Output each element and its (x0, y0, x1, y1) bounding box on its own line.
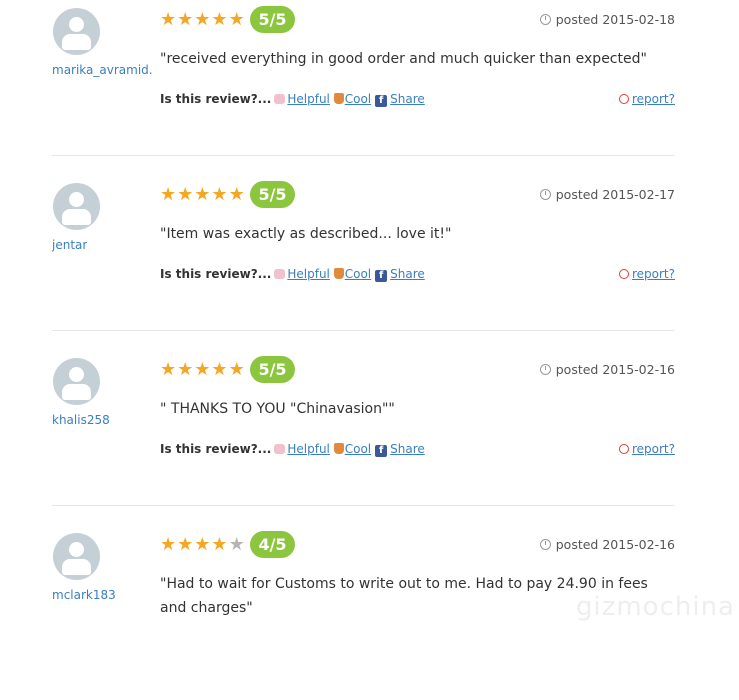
reviewer-username-link[interactable]: marika_avramid.. (52, 63, 152, 77)
thumbs-up-icon (274, 269, 286, 279)
reviewer-username-link[interactable]: jentar (52, 238, 87, 252)
star-filled-icon: ★ (211, 359, 229, 380)
star-filled-icon: ★ (177, 9, 195, 30)
star-filled-icon: ★ (177, 359, 195, 380)
clock-icon (539, 189, 551, 200)
review-actions: Is this review?... Helpful Cool f Share (160, 267, 425, 282)
posted-date-text: posted 2015-02-18 (555, 12, 675, 27)
cool-link[interactable]: Cool (345, 442, 371, 456)
cool-icon (333, 268, 344, 279)
star-filled-icon: ★ (177, 534, 195, 555)
report-link[interactable]: report? (632, 267, 675, 281)
star-filled-icon: ★ (228, 359, 246, 380)
cool-icon (333, 93, 344, 104)
cool-link[interactable]: Cool (345, 267, 371, 281)
reviewer-username-link[interactable]: mclark183 (52, 588, 116, 602)
review-actions: Is this review?... Helpful Cool f Share (160, 92, 425, 107)
posted-date-text: posted 2015-02-16 (555, 537, 675, 552)
share-link[interactable]: Share (390, 267, 425, 281)
report-action: report? (618, 442, 675, 456)
report-action: report? (618, 92, 675, 106)
report-icon (618, 269, 629, 279)
report-action: report? (618, 267, 675, 281)
watermark: gizmochina (575, 592, 735, 622)
clock-icon (539, 14, 551, 25)
star-rating: ★★★★★ (160, 359, 246, 381)
star-filled-icon: ★ (194, 534, 212, 555)
star-rating: ★★★★★ (160, 184, 246, 206)
review-prompt: Is this review?... (160, 92, 272, 106)
review-actions: Is this review?... Helpful Cool f Share (160, 442, 425, 457)
thumbs-up-icon (274, 444, 286, 454)
posted-date: posted 2015-02-16 (539, 537, 675, 552)
share-link[interactable]: Share (390, 92, 425, 106)
reviewer-username-link[interactable]: khalis258 (52, 413, 110, 427)
review-prompt: Is this review?... (160, 442, 272, 456)
star-filled-icon: ★ (228, 184, 246, 205)
review-text: "Item was exactly as described... love i… (160, 226, 452, 242)
star-filled-icon: ★ (211, 184, 229, 205)
share-link[interactable]: Share (390, 442, 425, 456)
review-item: jentar ★★★★★ 5/5 posted 2015-02-17 "Item… (0, 175, 739, 350)
review-text: "received everything in good order and m… (160, 51, 647, 67)
posted-date: posted 2015-02-16 (539, 362, 675, 377)
report-icon (618, 94, 629, 104)
star-filled-icon: ★ (194, 359, 212, 380)
divider (52, 155, 674, 156)
review-prompt: Is this review?... (160, 267, 272, 281)
report-link[interactable]: report? (632, 442, 675, 456)
star-empty-icon: ★ (228, 534, 246, 555)
posted-date: posted 2015-02-17 (539, 187, 675, 202)
clock-icon (539, 364, 551, 375)
score-badge: 4/5 (250, 531, 295, 558)
thumbs-up-icon (274, 94, 286, 104)
review-item: khalis258 ★★★★★ 5/5 posted 2015-02-16 " … (0, 350, 739, 525)
star-rating: ★★★★★ (160, 9, 246, 31)
helpful-link[interactable]: Helpful (287, 442, 330, 456)
star-filled-icon: ★ (211, 534, 229, 555)
avatar[interactable] (53, 358, 100, 405)
star-rating: ★★★★★ (160, 534, 246, 556)
divider (52, 330, 674, 331)
avatar[interactable] (53, 8, 100, 55)
star-filled-icon: ★ (194, 9, 212, 30)
report-icon (618, 444, 629, 454)
avatar[interactable] (53, 183, 100, 230)
star-filled-icon: ★ (160, 9, 178, 30)
report-link[interactable]: report? (632, 92, 675, 106)
posted-date-text: posted 2015-02-16 (555, 362, 675, 377)
score-badge: 5/5 (250, 181, 295, 208)
clock-icon (539, 539, 551, 550)
cool-link[interactable]: Cool (345, 92, 371, 106)
divider (52, 505, 674, 506)
facebook-icon: f (375, 95, 388, 107)
facebook-icon: f (375, 445, 388, 457)
helpful-link[interactable]: Helpful (287, 92, 330, 106)
score-badge: 5/5 (250, 6, 295, 33)
review-item: marika_avramid.. ★★★★★ 5/5 posted 2015-0… (0, 0, 739, 175)
star-filled-icon: ★ (228, 9, 246, 30)
posted-date: posted 2015-02-18 (539, 12, 675, 27)
score-badge: 5/5 (250, 356, 295, 383)
review-text: " THANKS TO YOU "Chinavasion"" (160, 401, 395, 417)
star-filled-icon: ★ (177, 184, 195, 205)
cool-icon (333, 443, 344, 454)
facebook-icon: f (375, 270, 388, 282)
star-filled-icon: ★ (160, 184, 178, 205)
star-filled-icon: ★ (194, 184, 212, 205)
star-filled-icon: ★ (160, 534, 178, 555)
avatar[interactable] (53, 533, 100, 580)
helpful-link[interactable]: Helpful (287, 267, 330, 281)
star-filled-icon: ★ (211, 9, 229, 30)
star-filled-icon: ★ (160, 359, 178, 380)
posted-date-text: posted 2015-02-17 (555, 187, 675, 202)
